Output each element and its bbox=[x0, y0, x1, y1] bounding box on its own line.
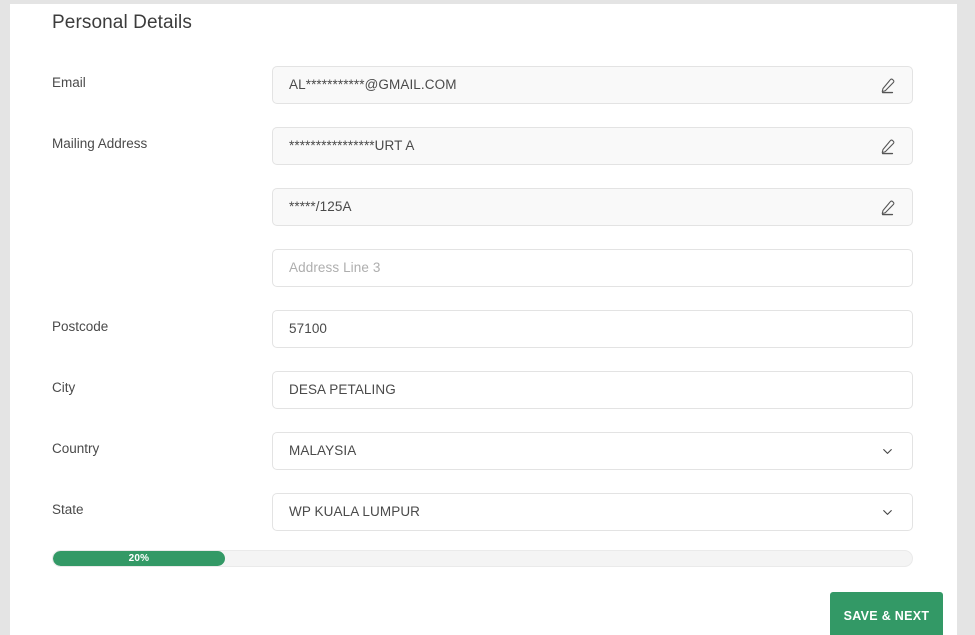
field-value[interactable]: MALAYSIA bbox=[289, 433, 866, 469]
field-value[interactable]: AL***********@GMAIL.COM bbox=[289, 67, 866, 103]
field-value[interactable]: ****************URT A bbox=[289, 128, 866, 164]
progress-bar: 20% bbox=[52, 550, 913, 567]
personal-details-card: Personal Details Email AL***********@GMAI… bbox=[10, 4, 957, 635]
field-label: Mailing Address bbox=[52, 136, 148, 151]
field-label: Email bbox=[52, 75, 86, 90]
form-row: City DESA PETALING bbox=[10, 371, 957, 409]
pencil-edit-icon[interactable] bbox=[870, 128, 904, 164]
select-field[interactable]: MALAYSIA bbox=[272, 432, 913, 470]
field-value[interactable]: WP KUALA LUMPUR bbox=[289, 494, 866, 530]
save-and-next-button[interactable]: SAVE & NEXT bbox=[830, 592, 943, 635]
form-row: Postcode 57100 bbox=[10, 310, 957, 348]
text-field[interactable]: Address Line 3 bbox=[272, 249, 913, 287]
field-label: Country bbox=[52, 441, 100, 456]
chevron-down-icon[interactable] bbox=[870, 433, 904, 469]
pencil-edit-icon[interactable] bbox=[870, 67, 904, 103]
pencil-edit-icon[interactable] bbox=[870, 189, 904, 225]
form-row: Address Line 3 bbox=[10, 249, 957, 287]
form-row: Mailing Address ****************URT A bbox=[10, 127, 957, 165]
field-value[interactable]: Address Line 3 bbox=[289, 250, 898, 286]
form-row: *****/125A bbox=[10, 188, 957, 226]
field-value[interactable]: 57100 bbox=[289, 311, 898, 347]
text-field[interactable]: AL***********@GMAIL.COM bbox=[272, 66, 913, 104]
text-field[interactable]: *****/125A bbox=[272, 188, 913, 226]
text-field[interactable]: ****************URT A bbox=[272, 127, 913, 165]
field-label: State bbox=[52, 502, 84, 517]
form-row: Country MALAYSIA bbox=[10, 432, 957, 470]
form-row: State WP KUALA LUMPUR bbox=[10, 493, 957, 531]
field-value[interactable]: DESA PETALING bbox=[289, 372, 898, 408]
field-label: City bbox=[52, 380, 76, 395]
chevron-down-icon[interactable] bbox=[870, 494, 904, 530]
field-value[interactable]: *****/125A bbox=[289, 189, 866, 225]
form-row: Email AL***********@GMAIL.COM bbox=[10, 66, 957, 104]
text-field[interactable]: DESA PETALING bbox=[272, 371, 913, 409]
text-field[interactable]: 57100 bbox=[272, 310, 913, 348]
progress-bar-fill: 20% bbox=[53, 551, 225, 566]
progress-percent-label: 20% bbox=[128, 553, 150, 564]
page-title: Personal Details bbox=[52, 12, 192, 33]
select-field[interactable]: WP KUALA LUMPUR bbox=[272, 493, 913, 531]
field-label: Postcode bbox=[52, 319, 109, 334]
